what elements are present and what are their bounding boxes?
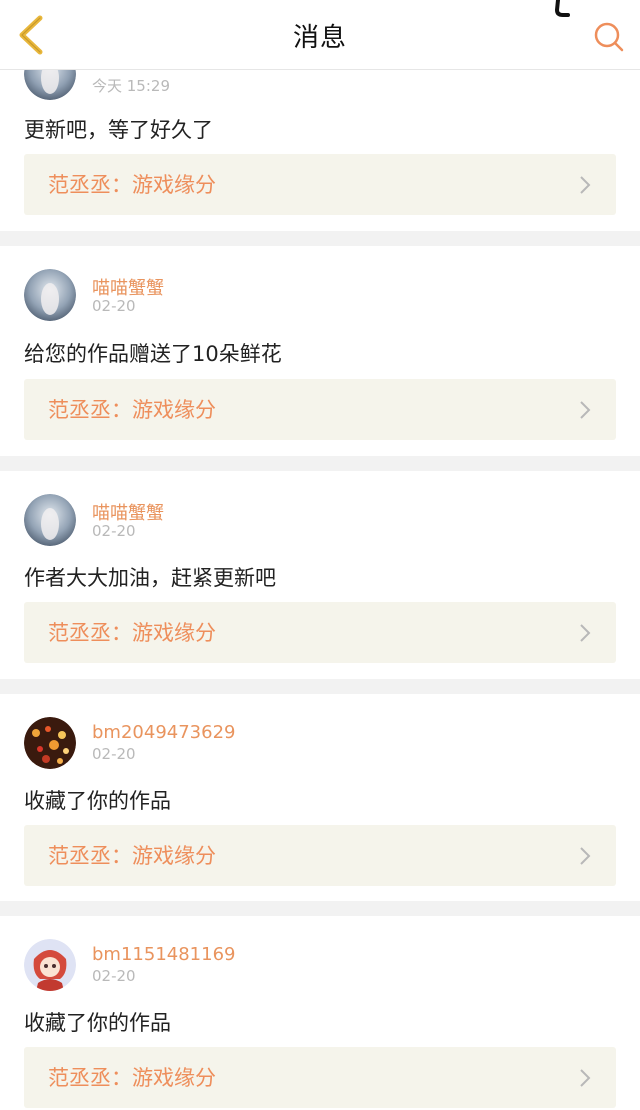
status-mark-icon <box>554 0 570 17</box>
message-text: 作者大大加油，赶紧更新吧 <box>24 566 276 590</box>
message-card: bm1151481169 02-20 收藏了你的作品 范丞丞：游戏缘分 <box>0 916 640 1110</box>
message-date: 02-20 <box>92 297 136 315</box>
message-card: 喵喵蟹蟹 02-20 作者大大加油，赶紧更新吧 范丞丞：游戏缘分 <box>0 471 640 679</box>
chevron-right-icon <box>580 176 591 194</box>
work-link[interactable]: 范丞丞：游戏缘分 <box>24 379 616 440</box>
search-icon[interactable] <box>592 20 626 54</box>
message-card: 喵喵蟹蟹 02-20 给您的作品赠送了10朵鲜花 范丞丞：游戏缘分 <box>0 246 640 456</box>
message-feed[interactable]: 今天 15:29 更新吧，等了好久了 范丞丞：游戏缘分 喵喵蟹蟹 02-20 给… <box>0 0 640 1110</box>
message-date: 02-20 <box>92 967 136 985</box>
message-text: 给您的作品赠送了10朵鲜花 <box>24 342 282 366</box>
message-text: 收藏了你的作品 <box>24 789 171 813</box>
chevron-right-icon <box>580 624 591 642</box>
message-text: 收藏了你的作品 <box>24 1011 171 1035</box>
message-date: 今天 15:29 <box>92 77 170 95</box>
divider <box>0 231 640 246</box>
username[interactable]: bm1151481169 <box>92 944 235 965</box>
username[interactable]: bm2049473629 <box>92 722 235 743</box>
work-link[interactable]: 范丞丞：游戏缘分 <box>24 1047 616 1108</box>
avatar[interactable] <box>24 717 76 769</box>
message-date: 02-20 <box>92 745 136 763</box>
message-text: 更新吧，等了好久了 <box>24 118 213 142</box>
work-title: 范丞丞：游戏缘分 <box>48 1066 216 1090</box>
divider <box>0 456 640 471</box>
chevron-right-icon <box>580 847 591 865</box>
work-title: 范丞丞：游戏缘分 <box>48 173 216 197</box>
chevron-right-icon <box>580 1069 591 1087</box>
work-link[interactable]: 范丞丞：游戏缘分 <box>24 154 616 215</box>
avatar[interactable] <box>24 939 76 991</box>
work-link[interactable]: 范丞丞：游戏缘分 <box>24 825 616 886</box>
avatar[interactable] <box>24 269 76 321</box>
message-card: bm2049473629 02-20 收藏了你的作品 范丞丞：游戏缘分 <box>0 694 640 902</box>
top-nav-bar: 消息 <box>0 0 640 70</box>
work-title: 范丞丞：游戏缘分 <box>48 621 216 645</box>
message-date: 02-20 <box>92 522 136 540</box>
page-title: 消息 <box>292 23 347 53</box>
work-link[interactable]: 范丞丞：游戏缘分 <box>24 602 616 663</box>
work-title: 范丞丞：游戏缘分 <box>48 844 216 868</box>
chevron-right-icon <box>580 401 591 419</box>
divider <box>0 901 640 916</box>
work-title: 范丞丞：游戏缘分 <box>48 398 216 422</box>
avatar[interactable] <box>24 494 76 546</box>
divider <box>0 679 640 694</box>
